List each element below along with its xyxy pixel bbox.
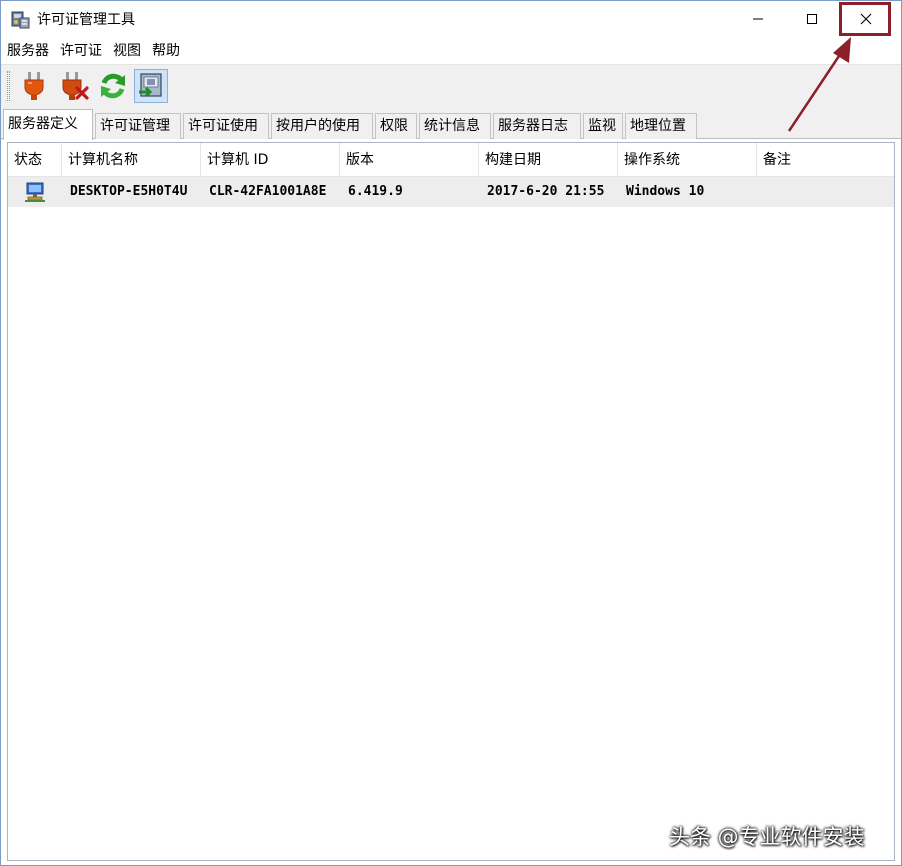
- annotation-arrow-icon: [787, 37, 851, 132]
- cell-build-date: 2017-6-20 21:55: [487, 184, 605, 199]
- table-row[interactable]: DESKTOP-E5H0T4U CLR-42FA1001A8E 6.419.9 …: [8, 177, 894, 207]
- title-bar[interactable]: 许可证管理工具: [1, 1, 901, 37]
- plug-connect-icon: [24, 72, 44, 100]
- toolbar-grip[interactable]: [7, 71, 10, 101]
- column-header-build-date[interactable]: 构建日期: [479, 143, 618, 177]
- watermark: 头条 @专业软件安装: [669, 825, 865, 849]
- tab-geolocation[interactable]: 地理位置: [625, 113, 697, 139]
- tab-permissions[interactable]: 权限: [375, 113, 417, 139]
- minimize-button[interactable]: [733, 1, 783, 37]
- tab-strip: 服务器定义 许可证管理 许可证使用 按用户的使用 权限 统计信息 服务器日志 监…: [1, 107, 901, 140]
- column-header-note[interactable]: 备注: [757, 143, 894, 177]
- menu-view[interactable]: 视图: [107, 39, 146, 63]
- app-window: 许可证管理工具 服务器 许可证 视图 帮助 服务器定义 许可证管理 许可证使用 …: [0, 0, 902, 866]
- maximize-icon: [807, 14, 817, 24]
- tab-usage-by-user[interactable]: 按用户的使用: [271, 113, 373, 139]
- cell-version: 6.419.9: [348, 184, 403, 199]
- refresh-button[interactable]: [96, 69, 130, 103]
- tab-server-log[interactable]: 服务器日志: [493, 113, 581, 139]
- window-title: 许可证管理工具: [37, 12, 135, 28]
- column-header-os[interactable]: 操作系统: [618, 143, 757, 177]
- cell-note: [763, 177, 893, 207]
- disconnect-button[interactable]: [57, 69, 91, 103]
- server-list[interactable]: 状态 计算机名称 计算机 ID 版本 构建日期 操作系统 备注 DESKTOP-…: [7, 142, 895, 861]
- column-header-status[interactable]: 状态: [8, 143, 62, 177]
- export-icon: [139, 73, 162, 98]
- tab-license-management[interactable]: 许可证管理: [95, 113, 181, 139]
- column-header-version[interactable]: 版本: [340, 143, 479, 177]
- maximize-button[interactable]: [787, 1, 837, 37]
- menu-license[interactable]: 许可证: [54, 39, 107, 63]
- refresh-icon: [101, 73, 125, 99]
- close-button-highlight: [839, 2, 891, 36]
- tab-monitor[interactable]: 监视: [583, 113, 623, 139]
- column-header-computer-id[interactable]: 计算机 ID: [201, 143, 340, 177]
- menu-server[interactable]: 服务器: [1, 39, 54, 63]
- tab-server-definition[interactable]: 服务器定义: [3, 109, 93, 140]
- connect-button[interactable]: [17, 69, 51, 103]
- tab-license-usage[interactable]: 许可证使用: [183, 113, 269, 139]
- cell-computer-id: CLR-42FA1001A8E: [209, 184, 327, 199]
- list-header: 状态 计算机名称 计算机 ID 版本 构建日期 操作系统 备注: [8, 143, 894, 177]
- export-button[interactable]: [134, 69, 168, 103]
- cell-os: Windows 10: [626, 184, 705, 199]
- computer-icon: [25, 182, 45, 202]
- toolbar: [1, 65, 901, 107]
- cell-computer-name: DESKTOP-E5H0T4U: [70, 184, 188, 199]
- app-icon: [11, 11, 30, 29]
- menu-bar: 服务器 许可证 视图 帮助: [1, 39, 901, 63]
- tab-statistics[interactable]: 统计信息: [419, 113, 491, 139]
- column-header-computer-name[interactable]: 计算机名称: [62, 143, 201, 177]
- menu-help[interactable]: 帮助: [146, 39, 185, 63]
- minimize-icon: [753, 18, 763, 20]
- plug-disconnect-icon: [62, 72, 89, 100]
